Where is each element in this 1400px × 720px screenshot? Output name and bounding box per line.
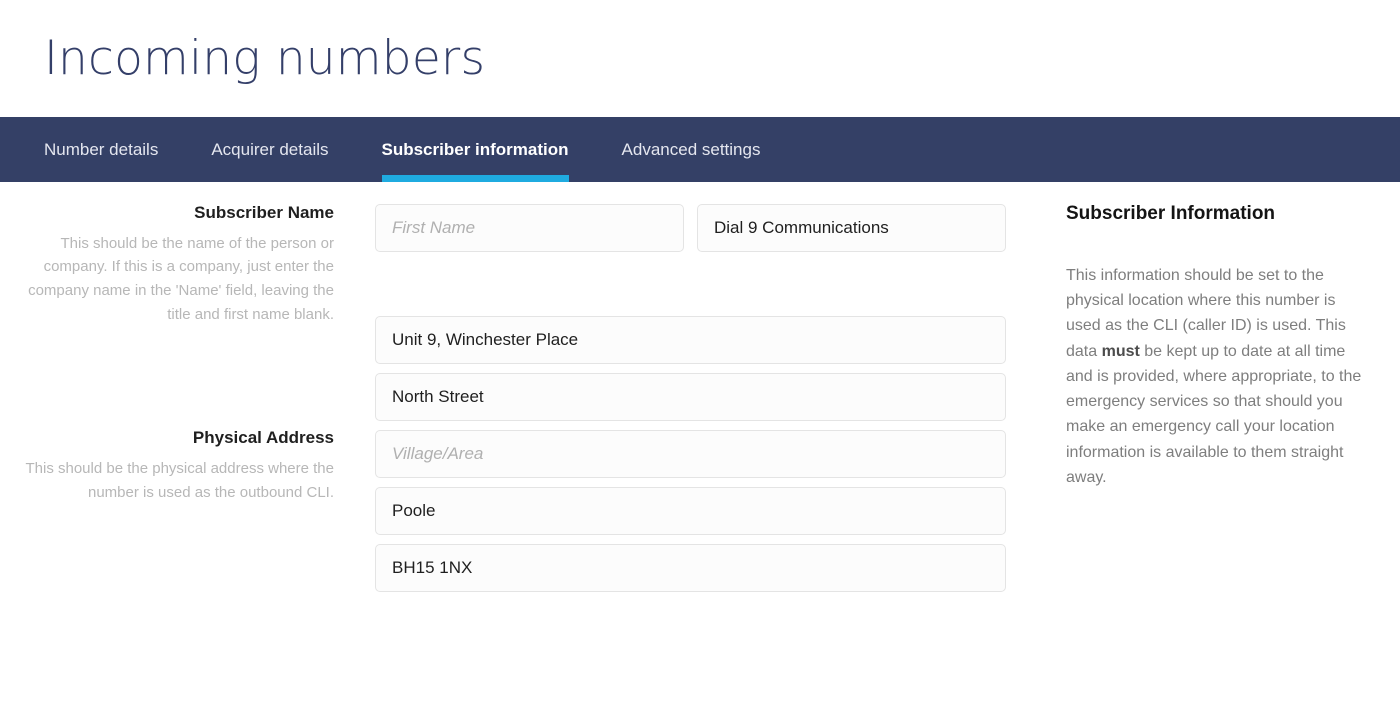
aside-paragraph-emphasis: must (1101, 342, 1140, 360)
last-name-input[interactable] (697, 204, 1006, 252)
tab-number-details[interactable]: Number details (44, 117, 158, 182)
page-root: Incoming numbers Number details Acquirer… (0, 0, 1400, 720)
tab-bar: Number details Acquirer details Subscrib… (0, 117, 1400, 182)
physical-address-label-block: Physical Address This should be the phys… (18, 429, 334, 504)
fields-column (334, 204, 1006, 592)
aside-title: Subscriber Information (1066, 203, 1276, 224)
tab-subscriber-information[interactable]: Subscriber information (381, 117, 569, 182)
tab-advanced-settings[interactable]: Advanced settings (622, 117, 761, 182)
aside-panel: Subscriber Information This information … (1006, 203, 1400, 592)
address-postcode-input[interactable] (375, 544, 1006, 592)
physical-address-label: Physical Address (192, 428, 334, 448)
address-town-input[interactable] (375, 487, 1006, 535)
label-column: Subscriber Name This should be the name … (0, 203, 334, 592)
physical-address-help: This should be the physical address wher… (25, 460, 334, 501)
subscriber-name-label-block: Subscriber Name This should be the name … (18, 203, 334, 326)
page-header: Incoming numbers (0, 0, 1400, 117)
address-line1-input[interactable] (375, 316, 1006, 364)
page-title: Incoming numbers (44, 31, 486, 86)
address-line2-input[interactable] (375, 373, 1006, 421)
address-village-area-input[interactable] (375, 430, 1006, 478)
content-area: Subscriber Name This should be the name … (0, 182, 1400, 592)
address-stack (375, 316, 1006, 592)
subscriber-name-label: Subscriber Name (194, 203, 334, 222)
tab-acquirer-details[interactable]: Acquirer details (211, 117, 328, 182)
subscriber-name-help: This should be the name of the person or… (28, 234, 334, 323)
first-name-input[interactable] (375, 204, 684, 252)
aside-paragraph-part2: be kept up to date at all time and is pr… (1066, 342, 1362, 487)
subscriber-name-row (375, 204, 1006, 252)
aside-paragraph: This information should be set to the ph… (1066, 263, 1364, 490)
